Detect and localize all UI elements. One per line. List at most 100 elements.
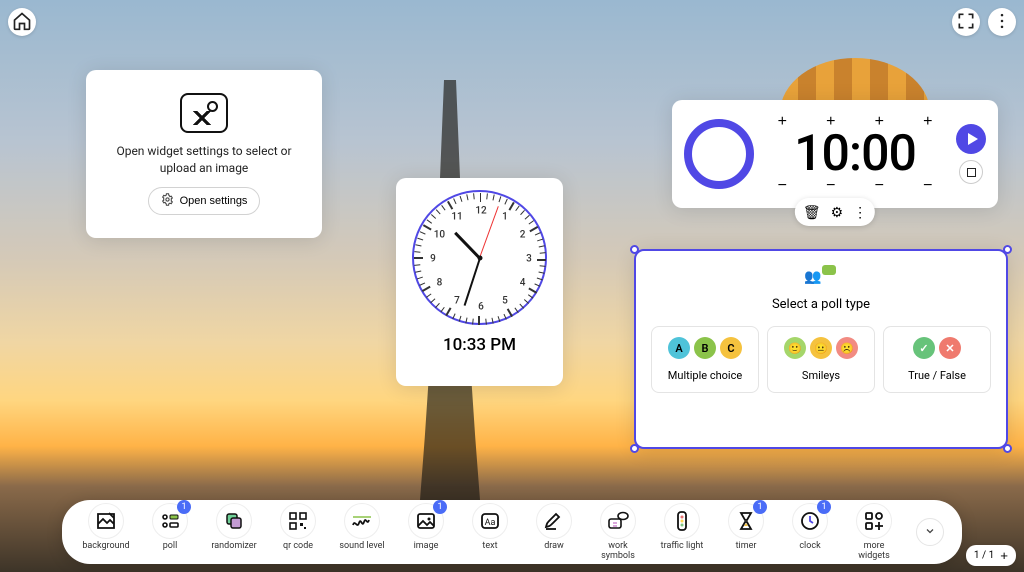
poll-option-glyph: ✓ [913,337,935,359]
text-icon: Aa [472,503,508,539]
toolbar-item-timer[interactable]: 1timer [720,503,772,562]
timer-dec-2[interactable]: − [819,179,843,193]
timer-dec-4[interactable]: − [916,179,940,193]
clock-numeral: 10 [434,230,445,241]
timer-value: 10:00 [758,129,952,179]
poll-option-glyph: A [668,337,690,359]
toolbar-item-trafficlight[interactable]: traffic light [656,503,708,562]
toolbar-item-more[interactable]: more widgets [848,503,900,562]
timer-stop-button[interactable] [959,160,983,184]
toolbar-item-worksymbols[interactable]: work symbols [592,503,644,562]
home-icon [12,11,32,34]
clock-numeral: 7 [454,295,460,306]
trash-icon: 🗑 [803,204,821,220]
timer-play-button[interactable] [956,124,986,154]
open-settings-label: Open settings [180,195,248,207]
open-settings-button[interactable]: Open settings [148,187,261,215]
gear-icon [161,193,174,209]
poll-option-glyph: C [720,337,742,359]
add-page-button[interactable]: + [1000,548,1008,563]
clock-numeral: 5 [502,295,508,306]
selection-handle-tl[interactable] [630,245,639,254]
toolbar-badge: 1 [753,500,767,514]
timer-dec-1[interactable]: − [770,179,794,193]
toolbar-item-label: more widgets [848,542,900,562]
more-vertical-icon [992,11,1012,34]
clock-numeral: 6 [478,302,484,313]
selection-handle-bl[interactable] [630,444,639,453]
toolbar-item-text[interactable]: Aatext [464,503,516,562]
toolbar-item-image[interactable]: 1 image [400,503,452,562]
timer-dec-3[interactable]: − [867,179,891,193]
selection-handle-tr[interactable] [1003,245,1012,254]
toolbar-item-label: qr code [283,542,313,552]
timer-delete-button[interactable]: 🗑 [803,204,821,221]
toolbar-item-sound[interactable]: sound level [336,503,388,562]
image-widget-message: Open widget settings to select or upload… [116,143,291,177]
toolbar-item-label: sound level [339,542,384,552]
clock-face: 121234567891011 [412,190,547,325]
clock-hour-hand [454,231,480,258]
toolbar-item-label: randomizer [211,542,256,552]
poll-option-glyph: 😐 [810,337,832,359]
toolbar-item-label: image [414,542,439,552]
toolbar-item-randomizer[interactable]: randomizer [208,503,260,562]
page-indicator: 1 / 1 + [966,545,1016,566]
clock-numeral: 1 [502,212,508,223]
toolbar-badge: 1 [177,500,191,514]
fullscreen-icon [956,11,976,34]
toolbar-item-clock[interactable]: 1 clock [784,503,836,562]
clock-time-text: 10:33 PM [443,335,516,355]
poll-widget[interactable]: Select a poll type ABC Multiple choice 🙂😐☹… [634,249,1008,449]
randomizer-icon [216,503,252,539]
more-icon [856,503,892,539]
toolbar-item-label: traffic light [661,542,704,552]
home-button[interactable] [8,8,36,36]
toolbar-item-label: poll [163,542,178,552]
poll-option-0[interactable]: ABC Multiple choice [651,326,759,393]
poll-option-1[interactable]: 🙂😐☹️Smileys [767,326,875,393]
poll-option-glyph: 🙂 [784,337,806,359]
toolbar-item-poll[interactable]: 1 poll [144,503,196,562]
worksymbols-icon [600,503,636,539]
toolbar-item-label: clock [799,542,820,552]
timer-inc-1[interactable]: + [770,115,794,129]
toolbar-badge: 1 [433,500,447,514]
poll-option-glyph: B [694,337,716,359]
poll-option-glyph: ✕ [939,337,961,359]
more-menu-button[interactable] [988,8,1016,36]
timer-settings-button[interactable]: ⚙ [831,204,844,221]
page-indicator-text: 1 / 1 [974,550,994,561]
timer-widget[interactable]: + + + + 10:00 − − − − 🗑 ⚙ ⋮ [672,100,998,208]
svg-text:Aa: Aa [485,518,496,528]
toolbar-collapse-button[interactable] [916,518,944,546]
timer-more-button[interactable]: ⋮ [853,204,867,221]
poll-option-label: Multiple choice [668,369,742,382]
poll-title: Select a poll type [772,297,870,312]
draw-icon [536,503,572,539]
toolbar-badge: 1 [817,500,831,514]
toolbar-item-draw[interactable]: draw [528,503,580,562]
toolbar-item-label: work symbols [592,542,644,562]
poll-option-2[interactable]: ✓✕ True / False [883,326,991,393]
chevron-down-icon [924,525,936,540]
toolbar-item-label: background [82,542,129,552]
more-vertical-icon: ⋮ [853,204,867,220]
gear-icon: ⚙ [831,204,844,220]
image-widget[interactable]: Open widget settings to select or upload… [86,70,322,238]
toolbar-item-background[interactable]: background [80,503,132,562]
poll-option-glyph: ☹️ [836,337,858,359]
clock-numeral: 4 [520,278,526,289]
poll-type-icon [806,265,836,291]
fullscreen-button[interactable] [952,8,980,36]
clock-numeral: 11 [451,212,462,223]
sound-icon [344,503,380,539]
toolbar-item-qrcode[interactable]: qr code [272,503,324,562]
clock-widget[interactable]: 121234567891011 10:33 PM [396,178,563,386]
timer-inc-4[interactable]: + [916,115,940,129]
poll-option-label: True / False [908,369,966,382]
selection-handle-br[interactable] [1003,444,1012,453]
image-placeholder-icon [180,93,228,133]
clock-minute-hand [463,257,480,305]
clock-numeral: 9 [430,254,436,265]
